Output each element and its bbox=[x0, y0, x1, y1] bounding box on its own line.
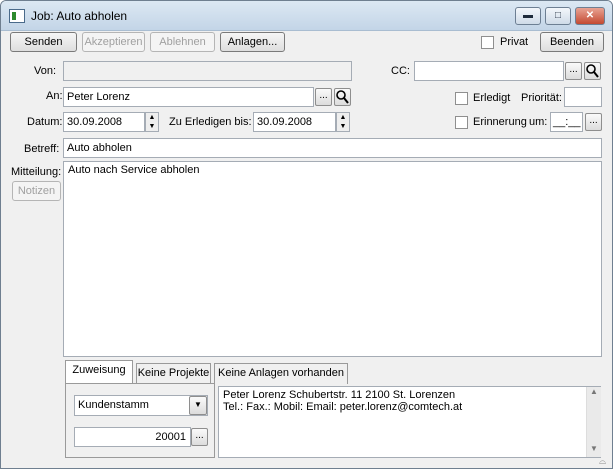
number-browse-button[interactable]: ... bbox=[191, 428, 208, 446]
cc-field[interactable] bbox=[414, 61, 564, 81]
contact-line-2: Tel.: Fax.: Mobil: Email: peter.lorenz@c… bbox=[223, 401, 463, 413]
reminder-um-label: um: bbox=[529, 116, 548, 128]
resize-grip-icon[interactable]: ⌓ bbox=[599, 456, 611, 468]
source-select-value: Kundenstamm bbox=[78, 399, 149, 411]
app-icon bbox=[9, 9, 25, 23]
contact-info-box: Peter Lorenz Schubertstr. 11 2100 St. Lo… bbox=[218, 386, 601, 458]
cc-label: CC: bbox=[391, 65, 410, 77]
search-icon bbox=[336, 90, 349, 104]
number-field[interactable]: 20001 bbox=[74, 427, 191, 447]
source-select[interactable]: Kundenstamm bbox=[74, 395, 208, 416]
scroll-down-icon[interactable]: ▼ bbox=[587, 444, 601, 453]
reminder-label: Erinnerung bbox=[473, 116, 527, 128]
title-bar: Job: Auto abholen ▬ □ ✕ bbox=[1, 1, 612, 31]
message-label: Mitteilung: bbox=[11, 166, 62, 178]
search-icon bbox=[586, 64, 599, 78]
attachments-button[interactable]: Anlagen... bbox=[220, 32, 285, 52]
contact-scrollbar[interactable]: ▲ ▼ bbox=[586, 387, 601, 457]
from-label: Von: bbox=[34, 65, 57, 77]
due-label: Zu Erledigen bis: bbox=[169, 116, 252, 128]
close-icon[interactable]: ✕ bbox=[575, 7, 605, 25]
cc-search-button[interactable] bbox=[584, 62, 601, 80]
close-button[interactable]: Beenden bbox=[540, 32, 604, 52]
tab-projects[interactable]: Keine Projekte bbox=[136, 363, 211, 384]
cc-browse-button[interactable]: ... bbox=[565, 62, 582, 80]
scroll-up-icon[interactable]: ▲ bbox=[587, 387, 601, 396]
from-field[interactable] bbox=[63, 61, 352, 81]
reminder-browse-button[interactable]: ... bbox=[585, 113, 602, 131]
tab-attachments[interactable]: Keine Anlagen vorhanden bbox=[214, 363, 348, 384]
due-spinner[interactable]: ▲ ▼ bbox=[336, 112, 350, 132]
reject-button[interactable]: Ablehnen bbox=[150, 32, 215, 52]
chevron-down-icon[interactable]: ▼ bbox=[189, 396, 207, 415]
spin-down-icon[interactable]: ▼ bbox=[146, 122, 158, 131]
minimize-icon[interactable]: ▬ bbox=[515, 7, 541, 25]
date-label: Datum: bbox=[27, 116, 63, 128]
to-label: An: bbox=[46, 90, 63, 102]
accept-button[interactable]: Akzeptieren bbox=[82, 32, 145, 52]
spin-down-icon[interactable]: ▼ bbox=[337, 122, 349, 131]
date-field[interactable]: 30.09.2008 bbox=[63, 112, 145, 132]
due-field[interactable]: 30.09.2008 bbox=[253, 112, 336, 132]
contact-line-1: Peter Lorenz Schubertstr. 11 2100 St. Lo… bbox=[223, 389, 456, 401]
priority-label: Priorität: bbox=[521, 92, 562, 104]
to-field[interactable]: Peter Lorenz bbox=[63, 87, 314, 107]
notes-button[interactable]: Notizen bbox=[12, 181, 61, 201]
spin-up-icon[interactable]: ▲ bbox=[337, 113, 349, 122]
message-textarea[interactable]: Auto nach Service abholen bbox=[63, 161, 602, 357]
priority-field[interactable] bbox=[564, 87, 602, 107]
reminder-time-field[interactable]: __:__ bbox=[550, 112, 583, 132]
date-spinner[interactable]: ▲ ▼ bbox=[145, 112, 159, 132]
subject-field[interactable]: Auto abholen bbox=[63, 138, 602, 158]
reminder-checkbox[interactable] bbox=[455, 116, 468, 129]
maximize-icon[interactable]: □ bbox=[545, 7, 571, 25]
subject-label: Betreff: bbox=[24, 143, 60, 155]
to-browse-button[interactable]: ... bbox=[315, 88, 332, 106]
private-checkbox[interactable] bbox=[481, 36, 494, 49]
to-search-button[interactable] bbox=[334, 88, 351, 106]
done-checkbox[interactable] bbox=[455, 92, 468, 105]
window-title: Job: Auto abholen bbox=[31, 9, 128, 23]
job-window: Job: Auto abholen ▬ □ ✕ Senden Akzeptier… bbox=[0, 0, 613, 469]
private-label: Privat bbox=[500, 36, 529, 48]
tab-assignment[interactable]: Zuweisung bbox=[65, 360, 133, 384]
spin-up-icon[interactable]: ▲ bbox=[146, 113, 158, 122]
send-button[interactable]: Senden bbox=[10, 32, 77, 52]
done-label: Erledigt bbox=[473, 92, 511, 104]
